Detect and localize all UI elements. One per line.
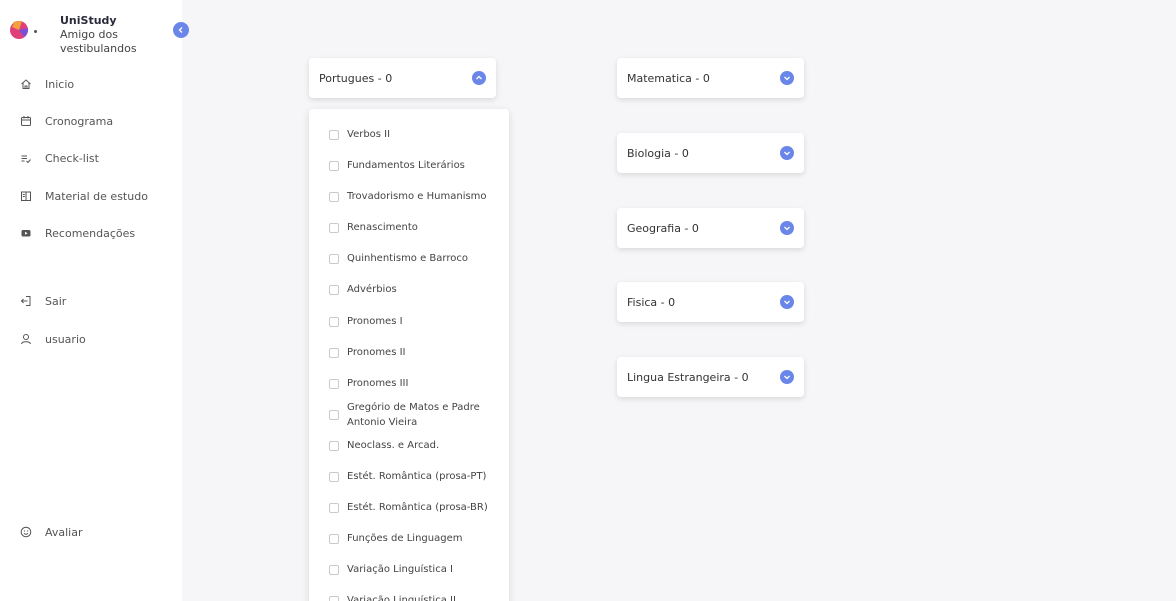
chevron-down-icon — [784, 300, 790, 305]
topic-checkbox[interactable] — [329, 564, 339, 575]
topic-checkbox[interactable] — [329, 191, 339, 202]
sidebar: UniStudy Amigo dos vestibulandos Inicio … — [0, 0, 182, 601]
topic-checkbox[interactable] — [329, 595, 339, 601]
chevron-up-icon — [476, 75, 482, 80]
subject-title: Portugues - 0 — [319, 71, 393, 85]
topic-item[interactable]: Quinhentismo e Barroco — [329, 251, 468, 266]
sidebar-item-avaliar[interactable]: Avaliar — [19, 522, 83, 542]
book-icon — [19, 189, 33, 203]
sidebar-item-cronograma[interactable]: Cronograma — [19, 111, 113, 131]
chevron-left-icon — [178, 27, 183, 33]
checklist-icon — [19, 151, 33, 165]
sidebar-item-recomendacoes[interactable]: Recomendações — [19, 223, 135, 243]
chevron-down-icon — [784, 375, 790, 380]
topic-checkbox[interactable] — [329, 471, 339, 482]
subject-title: Geografia - 0 — [627, 221, 699, 235]
sidebar-item-label: Material de estudo — [45, 189, 148, 203]
topic-item[interactable]: Estét. Romântica (prosa-PT) — [329, 469, 486, 484]
sidebar-item-inicio[interactable]: Inicio — [19, 74, 74, 94]
user-icon — [19, 332, 33, 346]
sidebar-item-usuario[interactable]: usuario — [19, 329, 86, 349]
home-icon — [19, 77, 33, 91]
logout-icon — [19, 294, 33, 308]
topic-checkbox[interactable] — [329, 316, 339, 327]
topic-item[interactable]: Trovadorismo e Humanismo — [329, 189, 487, 204]
topic-item[interactable]: Neoclass. e Arcad. — [329, 438, 439, 453]
topic-item[interactable]: Verbos II — [329, 127, 390, 142]
chevron-down-icon — [784, 226, 790, 231]
topic-item[interactable]: Advérbios — [329, 282, 397, 297]
expand-button[interactable] — [780, 146, 794, 160]
subject-card-biologia[interactable]: Biologia - 0 — [617, 133, 804, 173]
video-icon — [19, 226, 33, 240]
subject-card-matematica[interactable]: Matematica - 0 — [617, 58, 804, 98]
topic-checkbox[interactable] — [329, 253, 339, 264]
sidebar-item-material[interactable]: Material de estudo — [19, 186, 148, 206]
sidebar-item-label: Avaliar — [45, 525, 83, 539]
sidebar-item-label: Cronograma — [45, 114, 114, 128]
calendar-icon — [19, 114, 33, 128]
topic-item[interactable]: Estét. Romântica (prosa-BR) — [329, 500, 488, 515]
topic-checkbox[interactable] — [329, 129, 339, 140]
subject-card-lingua-estrangeira[interactable]: Lingua Estrangeira - 0 — [617, 357, 804, 397]
topic-checkbox[interactable] — [329, 347, 339, 358]
topic-item[interactable]: Renascimento — [329, 220, 418, 235]
collapse-button[interactable] — [472, 71, 486, 85]
topic-item[interactable]: Fundamentos Literários — [329, 158, 465, 173]
expand-button[interactable] — [780, 221, 794, 235]
subject-card-fisica[interactable]: Fisica - 0 — [617, 282, 804, 322]
subject-title: Fisica - 0 — [627, 295, 676, 309]
topic-checkbox[interactable] — [329, 410, 339, 420]
topic-checkbox[interactable] — [329, 440, 339, 451]
sidebar-item-checklist[interactable]: Check-list — [19, 148, 99, 168]
portugues-topic-list: Verbos II Fundamentos Literários Trovado… — [309, 109, 509, 601]
sidebar-item-sair[interactable]: Sair — [19, 291, 66, 311]
topic-checkbox[interactable] — [329, 284, 339, 295]
topic-checkbox[interactable] — [329, 222, 339, 233]
subject-title: Lingua Estrangeira - 0 — [627, 370, 749, 384]
topic-item[interactable]: Pronomes III — [329, 376, 408, 391]
collapse-sidebar-button[interactable] — [173, 22, 189, 38]
sidebar-item-label: Sair — [45, 294, 67, 308]
sidebar-item-label: usuario — [45, 332, 86, 346]
subject-title: Matematica - 0 — [627, 71, 710, 85]
expand-button[interactable] — [780, 295, 794, 309]
subject-card-geografia[interactable]: Geografia - 0 — [617, 208, 804, 248]
sidebar-item-label: Inicio — [45, 77, 75, 91]
brand[interactable]: UniStudy Amigo dos vestibulandos — [8, 14, 182, 56]
brand-subtitle: Amigo dos vestibulandos — [60, 28, 137, 55]
topic-checkbox[interactable] — [329, 502, 339, 513]
subject-card-portugues[interactable]: Portugues - 0 — [309, 58, 496, 98]
brand-title: UniStudy — [60, 14, 117, 27]
expand-button[interactable] — [780, 370, 794, 384]
topic-item[interactable]: Pronomes II — [329, 345, 406, 360]
sidebar-item-label: Check-list — [45, 151, 99, 165]
topic-checkbox[interactable] — [329, 378, 339, 389]
topic-item[interactable]: Variação Linguística II — [329, 593, 456, 601]
smile-icon — [19, 525, 33, 539]
topic-item[interactable]: Variação Linguística I — [329, 562, 453, 577]
topic-item[interactable]: Gregório de Matos e Padre Antonio Vieira — [329, 400, 480, 430]
subject-title: Biologia - 0 — [627, 146, 689, 160]
topic-item[interactable]: Funções de Linguagem — [329, 531, 462, 546]
chevron-down-icon — [784, 151, 790, 156]
unistudy-logo-icon — [8, 18, 37, 40]
expand-button[interactable] — [780, 71, 794, 85]
topic-checkbox[interactable] — [329, 160, 339, 171]
sidebar-item-label: Recomendações — [45, 226, 136, 240]
chevron-down-icon — [784, 76, 790, 81]
topic-checkbox[interactable] — [329, 533, 339, 544]
topic-item[interactable]: Pronomes I — [329, 314, 403, 329]
